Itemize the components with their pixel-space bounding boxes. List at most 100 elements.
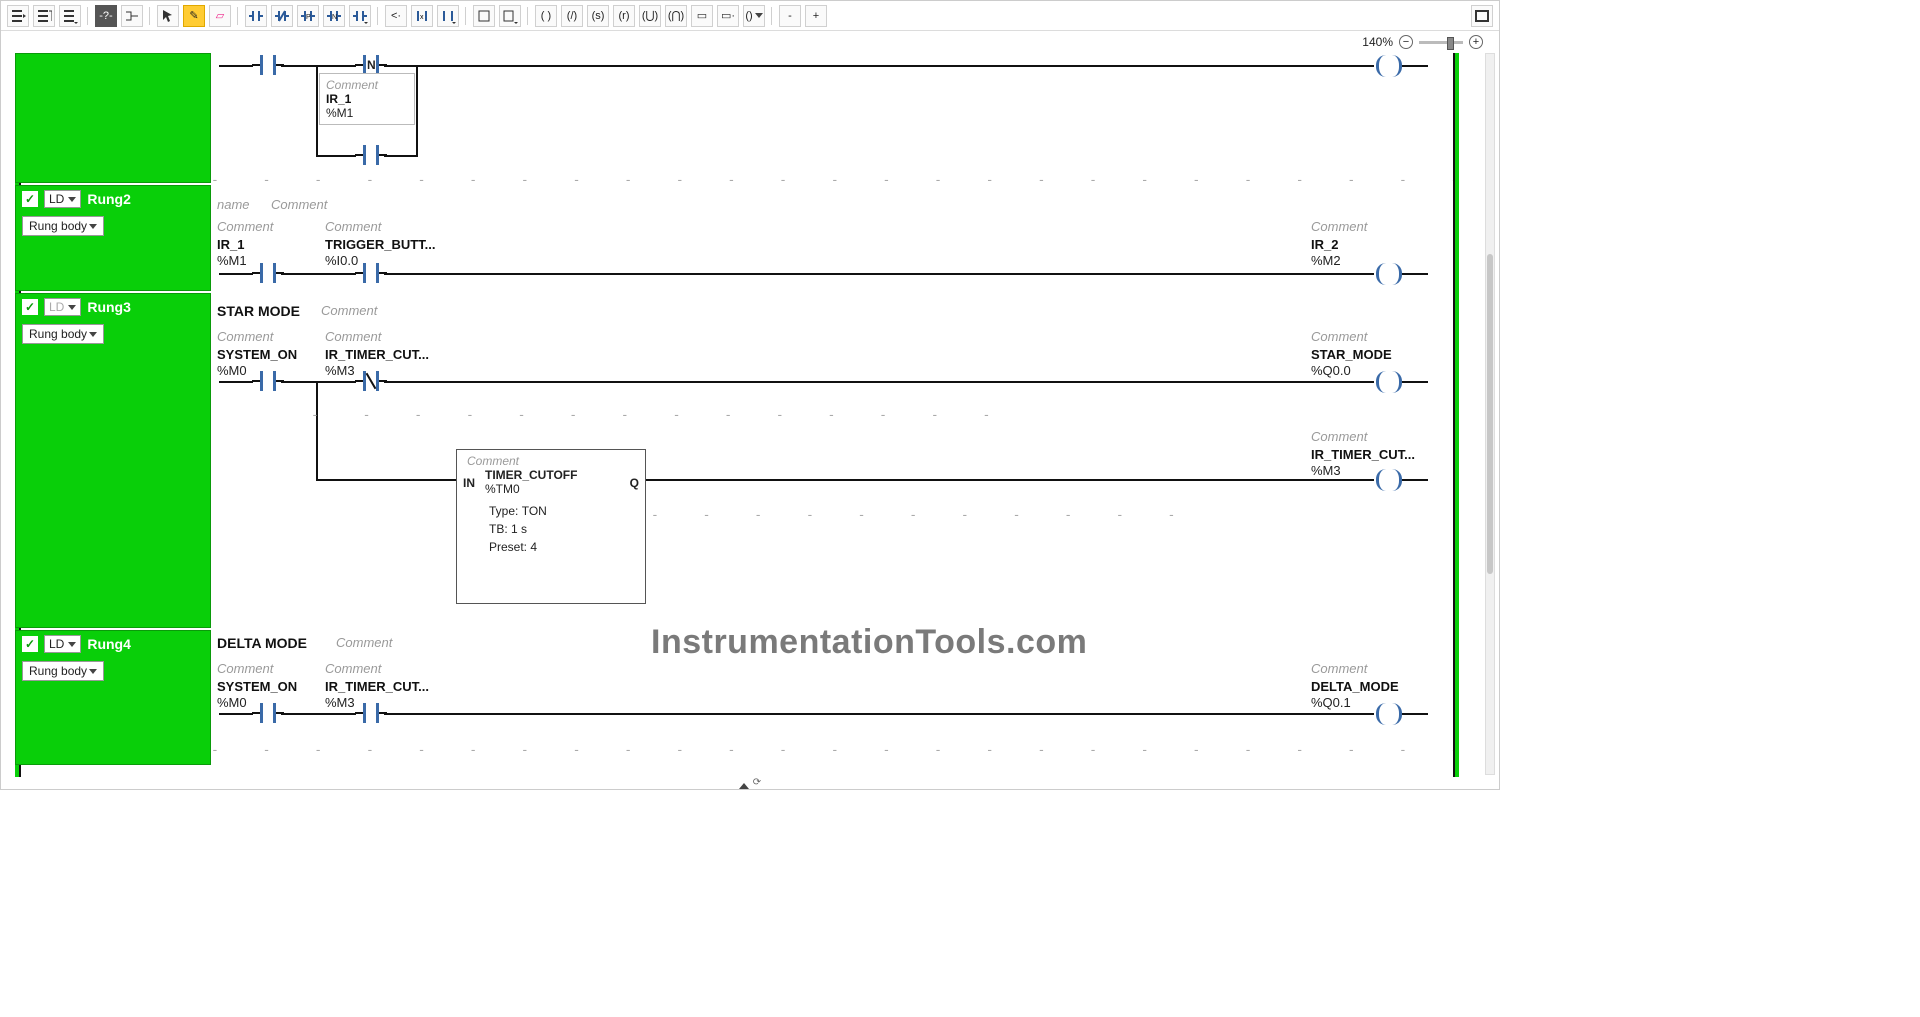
pointer-icon[interactable] <box>157 5 179 27</box>
rung-type-select[interactable]: LD <box>44 635 81 653</box>
xic-menu-icon[interactable] <box>437 5 459 27</box>
rung-header-3[interactable]: ✓ LD Rung3 Rung body <box>15 293 211 628</box>
footer-expand[interactable]: ⟳ <box>1 777 1499 789</box>
erase-icon[interactable]: ▱ <box>209 5 231 27</box>
svg-text:P: P <box>306 14 311 21</box>
coil-icon[interactable]: ( ) <box>535 5 557 27</box>
tag-name[interactable]: IR_TIMER_CUT... <box>325 679 429 694</box>
contact-no[interactable] <box>253 703 283 723</box>
rung-enable-check[interactable]: ✓ <box>22 191 38 207</box>
comment-dark-icon[interactable]: -?- <box>95 5 117 27</box>
coil-r-icon[interactable]: (r) <box>613 5 635 27</box>
block-icon[interactable] <box>473 5 495 27</box>
vertical-scrollbar[interactable] <box>1485 53 1495 775</box>
coil[interactable] <box>1374 469 1404 491</box>
zoom-slider[interactable] <box>1419 41 1463 44</box>
add-icon[interactable]: + <box>805 5 827 27</box>
contact-no[interactable] <box>253 55 283 75</box>
tag-addr: %TM0 <box>475 482 645 496</box>
tag-name[interactable]: IR_1 <box>217 237 244 252</box>
section-title[interactable]: STAR MODE <box>217 303 300 319</box>
p-contact-icon[interactable]: P <box>297 5 319 27</box>
tag-addr: %M0 <box>217 363 247 378</box>
rung-body-select[interactable]: Rung body <box>22 661 104 681</box>
tag-name[interactable]: SYSTEM_ON <box>217 347 297 362</box>
comment-placeholder[interactable]: Comment <box>336 635 392 650</box>
coil[interactable] <box>1374 703 1404 725</box>
rung-title: Rung4 <box>87 636 131 652</box>
rung-before-icon[interactable] <box>7 5 29 27</box>
section-title[interactable]: DELTA MODE <box>217 635 307 651</box>
tag-comment[interactable]: Comment <box>1311 661 1367 676</box>
coil-u-icon[interactable]: (⋃) <box>639 5 661 27</box>
tag-comment[interactable]: Comment <box>217 661 273 676</box>
coil-d-icon[interactable]: (⋂) <box>665 5 687 27</box>
tag-name[interactable]: TRIGGER_BUTT... <box>325 237 436 252</box>
contact-no[interactable] <box>356 145 386 165</box>
name-placeholder[interactable]: name <box>217 197 250 212</box>
coil[interactable] <box>1374 55 1404 77</box>
tag-comment[interactable]: Comment <box>217 329 273 344</box>
rung-header-4[interactable]: ✓ LD Rung4 Rung body <box>15 630 211 765</box>
tag-comment[interactable]: Comment <box>325 219 381 234</box>
comment-placeholder[interactable]: Comment <box>271 197 327 212</box>
tag-name[interactable]: STAR_MODE <box>1311 347 1392 362</box>
tag-comment: Comment <box>457 450 645 468</box>
tag-name: TIMER_CUTOFF <box>475 468 645 482</box>
rung-after-icon[interactable] <box>33 5 55 27</box>
block-menu-icon[interactable] <box>499 5 521 27</box>
comment-placeholder[interactable]: Comment <box>321 303 377 318</box>
contact-nc[interactable] <box>356 371 386 391</box>
fullscreen-icon[interactable] <box>1471 5 1493 27</box>
rung-header-2[interactable]: ✓ LD Rung2 Rung body <box>15 185 211 291</box>
contact-no[interactable] <box>356 263 386 283</box>
rung-body-select[interactable]: Rung body <box>22 324 104 344</box>
tag-name[interactable]: IR_2 <box>1311 237 1338 252</box>
tag-name[interactable]: IR_TIMER_CUT... <box>1311 447 1415 462</box>
draw-icon[interactable]: ✎ <box>183 5 205 27</box>
rung-type-select[interactable]: LD <box>44 190 81 208</box>
tag-comment[interactable]: Comment <box>217 219 273 234</box>
tag-comment[interactable]: Comment <box>325 661 381 676</box>
compare-icon[interactable]: <· <box>385 5 407 27</box>
tag-comment[interactable]: Comment <box>1311 219 1367 234</box>
rung-type-select[interactable]: LD <box>44 298 81 316</box>
zoom-value: 140% <box>1362 35 1393 49</box>
tag-name[interactable]: SYSTEM_ON <box>217 679 297 694</box>
xic-icon[interactable]: x <box>411 5 433 27</box>
tag-comment: Comment <box>326 78 408 92</box>
op2-icon[interactable]: ▭· <box>717 5 739 27</box>
rung-enable-check[interactable]: ✓ <box>22 299 38 315</box>
ladder-canvas[interactable]: Comment IR_1 %M1 - - - - - - - - - - - -… <box>211 53 1483 777</box>
tag-addr: %Q0.1 <box>1311 695 1351 710</box>
tag-name[interactable]: DELTA_MODE <box>1311 679 1399 694</box>
contact-no[interactable] <box>253 371 283 391</box>
no-contact-icon[interactable] <box>245 5 267 27</box>
coil-s-icon[interactable]: (s) <box>587 5 609 27</box>
zoom-out-icon[interactable]: − <box>1399 35 1413 49</box>
contact-no[interactable] <box>253 263 283 283</box>
coil[interactable] <box>1374 263 1404 285</box>
nc-contact-icon[interactable] <box>271 5 293 27</box>
tag-comment[interactable]: Comment <box>325 329 381 344</box>
contact-menu-icon[interactable] <box>349 5 371 27</box>
tag-box[interactable]: Comment IR_1 %M1 <box>319 73 415 125</box>
remove-icon[interactable]: - <box>779 5 801 27</box>
coil-nc-icon[interactable]: (/) <box>561 5 583 27</box>
rung-body-select[interactable]: Rung body <box>22 216 104 236</box>
coil[interactable] <box>1374 371 1404 393</box>
contact-n-edge[interactable] <box>356 55 386 75</box>
zoom-in-icon[interactable]: + <box>1469 35 1483 49</box>
tag-name[interactable]: IR_TIMER_CUT... <box>325 347 429 362</box>
op-icon[interactable]: ▭ <box>691 5 713 27</box>
rung-header-0[interactable] <box>15 53 211 183</box>
tag-comment[interactable]: Comment <box>1311 429 1367 444</box>
coil-menu-icon[interactable]: () <box>743 5 765 27</box>
tag-comment[interactable]: Comment <box>1311 329 1367 344</box>
contact-no[interactable] <box>356 703 386 723</box>
rung-enable-check[interactable]: ✓ <box>22 636 38 652</box>
timer-block[interactable]: IN Q Comment TIMER_CUTOFF %TM0 Type: TON… <box>456 449 646 604</box>
rung-menu-icon[interactable] <box>59 5 81 27</box>
branch-icon[interactable] <box>121 5 143 27</box>
n-contact-icon[interactable]: N <box>323 5 345 27</box>
